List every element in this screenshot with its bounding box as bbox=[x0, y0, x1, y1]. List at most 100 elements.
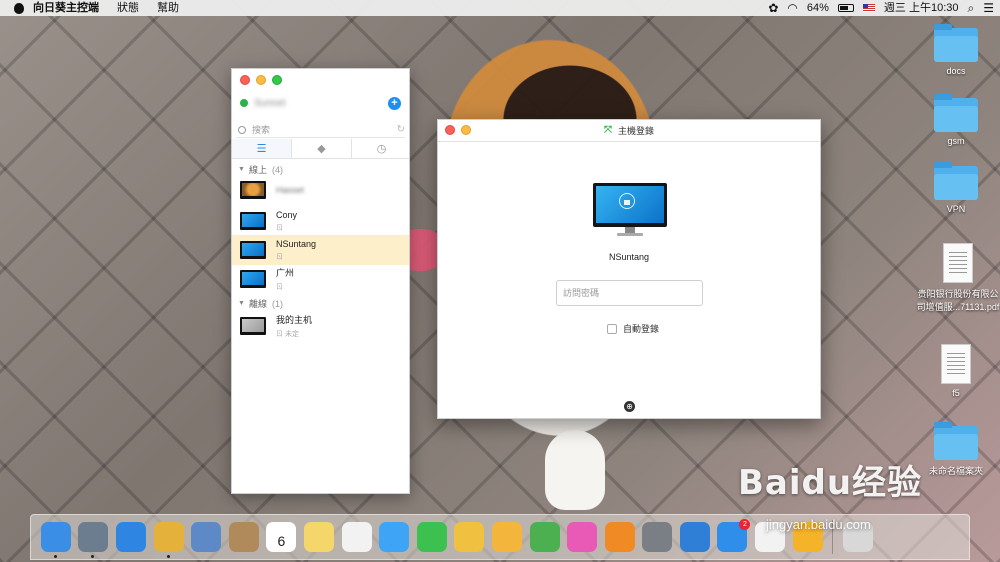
minimize-button[interactable] bbox=[461, 125, 471, 135]
group-offline[interactable]: ▼ 離線 (1) bbox=[238, 297, 283, 310]
battery-fill bbox=[839, 6, 848, 10]
wallpaper-dog-paw bbox=[545, 430, 605, 510]
tag-icon: ◆ bbox=[317, 143, 326, 155]
notification-center-icon[interactable]: ☰ bbox=[983, 0, 994, 16]
spotlight-search-icon[interactable]: ⌕ bbox=[968, 0, 975, 16]
wifi-icon[interactable]: ◠ bbox=[787, 0, 797, 16]
account-row: Sunnet + bbox=[240, 96, 401, 110]
host-row[interactable]: Cony ㄖ bbox=[232, 206, 409, 236]
calendar-day: 6 bbox=[277, 533, 286, 549]
dock-app-contacts[interactable] bbox=[228, 522, 259, 552]
battery-icon[interactable] bbox=[837, 4, 854, 12]
close-button[interactable] bbox=[445, 125, 455, 135]
desktop-folder-gsm[interactable]: gsm bbox=[916, 94, 996, 146]
host-row[interactable]: 我的主机 ㄖ 未定 bbox=[232, 311, 409, 341]
desktop-folder-vpn[interactable]: VPN bbox=[916, 162, 996, 214]
desktop-icon-label: f5 bbox=[952, 388, 960, 398]
apple-logo-icon[interactable] bbox=[14, 2, 24, 14]
menu-status[interactable]: 狀態 bbox=[108, 0, 148, 16]
refresh-icon[interactable]: ↻ bbox=[397, 124, 405, 135]
dock-app-system-preferences[interactable] bbox=[642, 522, 673, 552]
monitor-icon bbox=[240, 241, 266, 259]
dock-app-facetime[interactable] bbox=[416, 522, 447, 552]
locked-monitor-icon bbox=[593, 183, 667, 239]
desktop-file-pdf[interactable]: 贵阳银行股份有限公司增值服...71131.pdf bbox=[916, 243, 1000, 313]
folder-icon bbox=[934, 422, 978, 460]
access-password-field[interactable] bbox=[556, 280, 703, 306]
dock-app-keynote[interactable] bbox=[679, 522, 710, 552]
dock-app-preview[interactable] bbox=[191, 522, 222, 552]
menu-bar: 向日葵主控端 狀態 幫助 ✿ ◠ 64% 週三 上午10:30 ⌕ ☰ bbox=[0, 0, 1000, 16]
sunflower-status-icon[interactable]: ✿ bbox=[768, 0, 778, 16]
account-name[interactable]: Sunnet bbox=[254, 98, 286, 109]
menu-clock[interactable]: 週三 上午10:30 bbox=[884, 0, 959, 16]
close-button[interactable] bbox=[240, 75, 250, 85]
menu-help[interactable]: 幫助 bbox=[148, 0, 188, 16]
running-indicator bbox=[166, 555, 170, 558]
checkbox-icon[interactable] bbox=[607, 323, 617, 334]
dock-app-app-store[interactable]: 2 bbox=[717, 519, 751, 552]
folder-icon bbox=[934, 24, 978, 62]
running-indicator bbox=[53, 555, 57, 558]
desktop-folder-untitled[interactable]: 未命名檔案夾 bbox=[916, 422, 996, 477]
globe-icon[interactable]: ⊕ bbox=[624, 401, 635, 412]
host-name: 我的主机 bbox=[276, 315, 313, 325]
host-row[interactable]: Hasset bbox=[232, 175, 409, 205]
sunlogin-logo-icon: ⤧ bbox=[603, 125, 612, 136]
add-host-button[interactable]: + bbox=[388, 96, 401, 110]
desktop-icon-label: VPN bbox=[946, 204, 966, 214]
auto-login-label: 自動登錄 bbox=[623, 324, 660, 334]
dock-app-photos[interactable] bbox=[454, 522, 485, 552]
host-os: ㄖ 未定 bbox=[276, 331, 299, 338]
search-bar[interactable]: 搜索 ↻ bbox=[236, 122, 405, 138]
login-titlebar[interactable]: ⤧ 主機登錄 bbox=[438, 120, 820, 142]
watermark-brand: Baidu经验 bbox=[738, 463, 923, 503]
watermark-url: jingyan.baidu.com bbox=[766, 517, 871, 532]
dock-app-notes-keynote[interactable] bbox=[491, 522, 522, 552]
battery-percent[interactable]: 64% bbox=[807, 0, 829, 16]
desktop-folder-docs[interactable]: docs bbox=[916, 24, 996, 76]
group-count: (4) bbox=[271, 164, 283, 175]
auto-login-checkbox[interactable]: 自動登錄 bbox=[607, 322, 659, 335]
desktop-icon-label: 未命名檔案夾 bbox=[928, 466, 983, 476]
host-name: Cony bbox=[276, 209, 298, 220]
host-name: Hasset bbox=[276, 185, 305, 195]
host-row[interactable]: 广州 ㄖ bbox=[232, 264, 409, 294]
dock-app-chrome[interactable] bbox=[153, 522, 184, 558]
monitor-icon bbox=[240, 181, 266, 199]
tab-history[interactable]: ◷ bbox=[352, 139, 409, 158]
target-host-name: NSuntang bbox=[608, 252, 650, 262]
monitor-icon bbox=[240, 270, 266, 288]
dock-app-notes[interactable] bbox=[303, 522, 334, 552]
host-name: NSuntang bbox=[276, 238, 317, 249]
dock-app-ibooks[interactable] bbox=[604, 522, 635, 552]
dock-app-finder[interactable] bbox=[40, 522, 71, 558]
tab-host-list[interactable]: ☰ bbox=[232, 139, 292, 158]
minimize-button[interactable] bbox=[256, 75, 266, 85]
folder-icon bbox=[934, 94, 978, 132]
host-row-selected[interactable]: NSuntang ㄖ bbox=[232, 235, 409, 265]
menu-app-name[interactable]: 向日葵主控端 bbox=[24, 0, 108, 16]
dock-app-itunes[interactable] bbox=[567, 522, 598, 552]
folder-icon bbox=[934, 162, 978, 200]
desktop-file-f5[interactable]: f5 bbox=[926, 344, 986, 398]
sidebar-tabs: ☰ ◆ ◷ bbox=[232, 139, 409, 159]
dock-app-safari[interactable] bbox=[115, 522, 146, 552]
input-source-flag-icon[interactable] bbox=[862, 4, 875, 12]
dock-app-numbers[interactable] bbox=[529, 522, 560, 552]
dock-app-calendar[interactable]: 6 bbox=[266, 522, 297, 552]
online-status-icon bbox=[240, 99, 248, 107]
dock-app-launchpad[interactable] bbox=[78, 522, 109, 558]
search-placeholder[interactable]: 搜索 bbox=[252, 123, 270, 136]
tab-tags[interactable]: ◆ bbox=[292, 139, 352, 158]
running-indicator bbox=[91, 555, 95, 558]
watermark: Baidu经验 jingyan.baidu.com bbox=[738, 455, 923, 532]
menu-bar-extras: ✿ ◠ 64% 週三 上午10:30 ⌕ ☰ bbox=[759, 0, 1000, 16]
clock-icon: ◷ bbox=[376, 143, 387, 155]
desktop-icon-label: 贵阳银行股份有限公司增值服...71131.pdf bbox=[916, 289, 1000, 312]
document-icon bbox=[941, 344, 971, 384]
dock-app-messages[interactable] bbox=[379, 522, 410, 552]
zoom-button[interactable] bbox=[272, 75, 282, 85]
window-title: 主機登錄 bbox=[617, 126, 654, 136]
dock-app-reminders[interactable] bbox=[341, 522, 372, 552]
